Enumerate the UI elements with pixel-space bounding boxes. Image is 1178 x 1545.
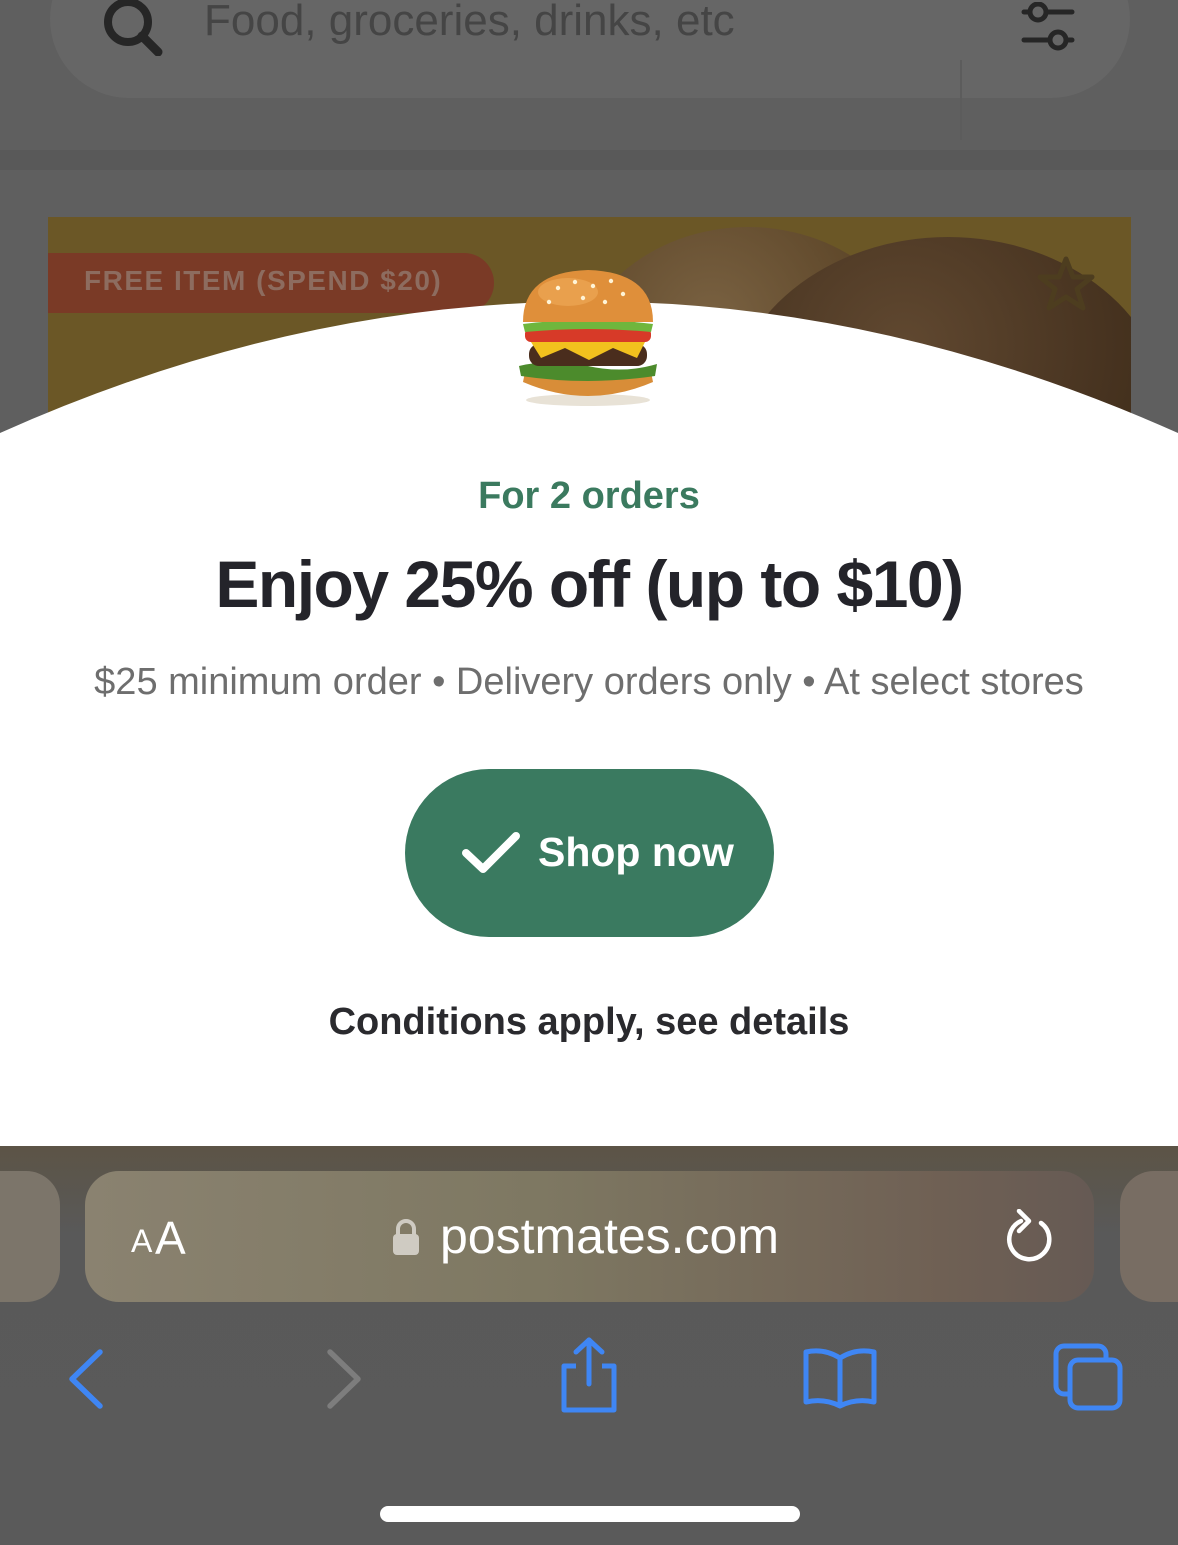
checkmark-icon [462, 832, 520, 873]
forward-icon[interactable] [318, 1348, 368, 1410]
share-icon[interactable] [556, 1336, 622, 1414]
offer-subtitle: For 2 orders [478, 475, 700, 517]
conditions-link[interactable]: Conditions apply, see details [0, 1001, 1178, 1044]
reload-icon[interactable] [1003, 1209, 1055, 1265]
offer-sheet: For 2 orders Enjoy 25% off (up to $10) $… [0, 0, 1178, 1146]
offer-terms: $25 minimum order • Delivery orders only… [94, 661, 1084, 703]
lock-icon [393, 1219, 419, 1255]
text-size-small-glyph: A [131, 1223, 153, 1259]
shop-now-button[interactable]: Shop now [405, 769, 774, 937]
next-tab-preview[interactable] [1120, 1171, 1178, 1302]
text-size-button[interactable]: A A [129, 1209, 199, 1269]
offer-title: Enjoy 25% off (up to $10) [215, 547, 964, 621]
url-text[interactable]: postmates.com [440, 1207, 779, 1265]
burger-illustration [519, 270, 657, 406]
bookmarks-icon[interactable] [800, 1346, 880, 1410]
shop-now-label: Shop now [538, 829, 734, 875]
previous-tab-preview[interactable] [0, 1171, 60, 1302]
tabs-icon[interactable] [1052, 1342, 1126, 1414]
text-size-large-glyph: A [155, 1212, 186, 1264]
home-indicator[interactable] [380, 1506, 800, 1522]
back-icon[interactable] [62, 1348, 112, 1410]
address-bar[interactable]: A A postmates.com [85, 1171, 1094, 1302]
